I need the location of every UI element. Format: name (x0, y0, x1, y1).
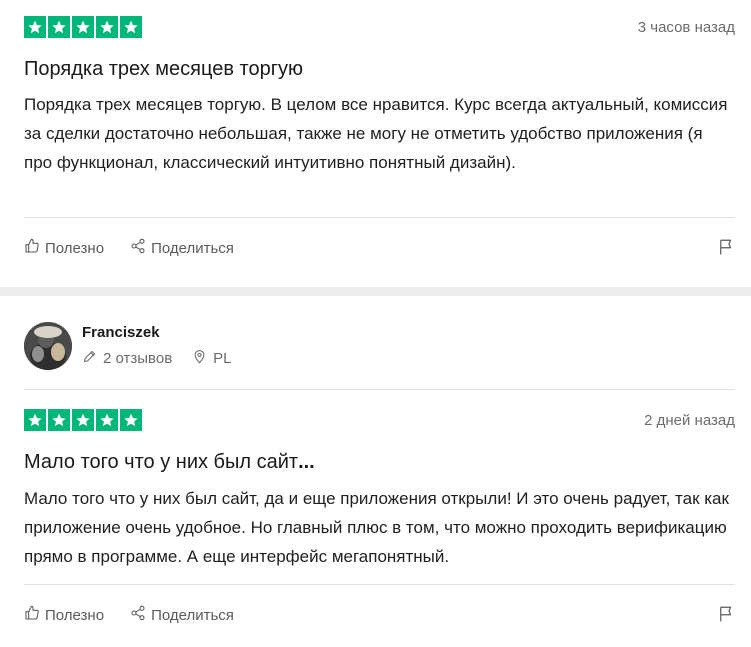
star-icon (96, 409, 118, 431)
share-icon (130, 605, 146, 625)
star-icon (120, 409, 142, 431)
helpful-label: Полезно (45, 239, 105, 257)
reviewer-info: Franciszek 2 отзывов PL (24, 322, 735, 372)
reviewer-divider-wrap (24, 389, 735, 390)
review-actions: Полезно Поделиться (24, 603, 735, 627)
review-title-wrap: Порядка трех месяцев торгую (24, 58, 735, 88)
review-card-1: 3 часов назад Порядка трех месяцев торгу… (0, 0, 751, 287)
thumbs-up-icon (24, 605, 40, 625)
star-icon (72, 409, 94, 431)
review-body: Порядка трех месяцев торгую. В целом все… (24, 95, 728, 172)
pencil-icon (82, 349, 97, 368)
helpful-button[interactable]: Полезно (24, 238, 104, 258)
star-icon (24, 16, 46, 38)
review-header: 2 дней назад (24, 409, 735, 431)
star-icon (48, 409, 70, 431)
review-title-wrap: Мало того что у них был сайт... (24, 451, 735, 481)
share-button[interactable]: Поделиться (130, 605, 234, 625)
review-date: 3 часов назад (637, 19, 735, 36)
thumbs-up-icon (24, 238, 40, 258)
location-pin-icon (192, 349, 207, 368)
star-icon (72, 16, 94, 38)
review-title-ellipsis: ... (298, 451, 315, 473)
review-body: Мало того что у них был сайт, да и еще п… (24, 489, 729, 566)
avatar[interactable] (24, 322, 72, 370)
star-icon (24, 409, 46, 431)
helpful-button[interactable]: Полезно (24, 605, 104, 625)
star-icon (48, 16, 70, 38)
reviews-count-label: 2 отзывов (103, 350, 173, 367)
reviews-count: 2 отзывов (82, 349, 172, 368)
share-label: Поделиться (151, 606, 234, 624)
flag-icon[interactable] (717, 238, 735, 260)
review-actions-wrap: Полезно Поделиться (24, 603, 735, 627)
country-label: PL (213, 350, 232, 367)
share-icon (130, 238, 146, 258)
star-rating (24, 409, 735, 431)
review-body-wrap: Порядка трех месяцев торгую. В целом все… (24, 90, 735, 210)
share-button[interactable]: Поделиться (130, 238, 234, 258)
share-label: Поделиться (151, 239, 234, 257)
review-title[interactable]: Порядка трех месяцев торгую (24, 58, 303, 81)
review-separator (0, 287, 751, 296)
divider (24, 584, 735, 585)
flag-icon[interactable] (717, 605, 735, 627)
review-actions: Полезно Поделиться (24, 236, 735, 260)
star-rating (24, 16, 735, 38)
divider (24, 389, 735, 390)
review-actions-wrap: Полезно Поделиться (24, 236, 735, 260)
review-title-text: Мало того что у них был сайт (24, 451, 299, 473)
reviewer-country: PL (192, 349, 232, 368)
reviewer-meta: 2 отзывов PL (82, 349, 252, 368)
review-date: 2 дней назад (644, 412, 735, 429)
star-icon (120, 16, 142, 38)
star-icon (96, 16, 118, 38)
review-divider-wrap (24, 217, 735, 218)
review-header: 3 часов назад (24, 16, 735, 38)
review-divider-wrap (24, 584, 735, 585)
review-body-wrap: Мало того что у них был сайт, да и еще п… (24, 484, 735, 576)
helpful-label: Полезно (45, 606, 105, 624)
divider (24, 217, 735, 218)
review-card-2: Franciszek 2 отзывов PL 2 дней назад Мал… (0, 296, 751, 647)
reviewer-name[interactable]: Franciszek (82, 324, 160, 341)
review-title[interactable]: Мало того что у них был сайт... (24, 451, 315, 474)
